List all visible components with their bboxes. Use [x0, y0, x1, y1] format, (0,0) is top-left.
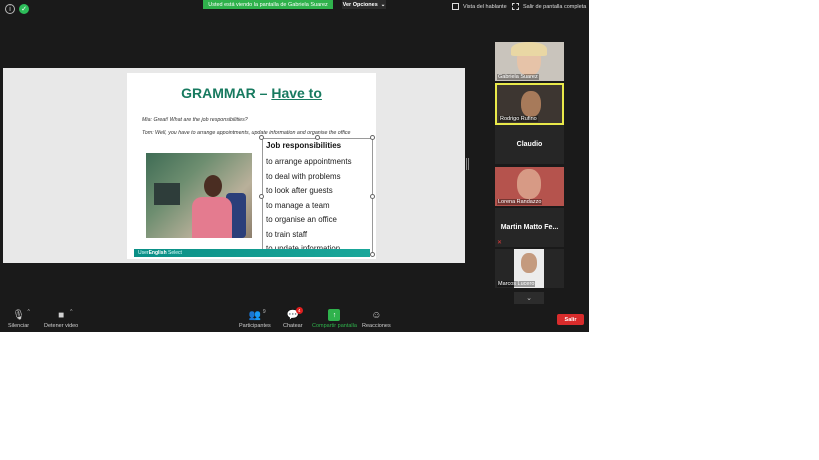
share-screen-button[interactable]: ↑ Compartir pantalla [312, 309, 357, 329]
chat-label: Chatear [283, 323, 303, 329]
list-item: to manage a team [266, 200, 330, 210]
share-screen-icon: ↑ [328, 309, 341, 321]
participant-name: Rodrigo Rufino [499, 116, 538, 122]
leave-button[interactable]: Salir [557, 314, 584, 325]
participant-tile-active[interactable]: Rodrigo Rufino [495, 83, 564, 125]
slide-title-part1: GRAMMAR – [181, 85, 268, 101]
resize-handle[interactable] [259, 194, 264, 199]
participants-icon: 👥 9 [248, 309, 266, 321]
participant-tile[interactable]: Martin Matto Fe... ✕ [495, 208, 564, 247]
list-item: to arrange appointments [266, 157, 352, 166]
stop-video-button[interactable]: ■ ^ Detener video [44, 309, 78, 329]
chat-badge: 4 [295, 307, 303, 314]
chevron-down-icon: ⌄ [380, 1, 386, 8]
participant-tile[interactable]: Lorena Randazzo [495, 167, 564, 206]
participant-name: Lorena Randazzo [497, 199, 543, 205]
participants-label: Participantes [239, 323, 271, 329]
shared-screen: GRAMMAR – Have to Mia: Great! What are t… [3, 68, 465, 263]
list-item: to organise an office [266, 215, 337, 224]
reactions-label: Reacciones [362, 323, 391, 329]
meeting-window: i ✓ Usted está viendo la pantalla de Gab… [0, 0, 589, 332]
resize-handle[interactable] [259, 135, 264, 140]
list-item: to look after guests [266, 186, 333, 195]
list-item: to train staff [266, 229, 308, 239]
responsibilities-list: to arrange appointments to deal with pro… [266, 155, 352, 257]
exit-fullscreen-icon [512, 3, 519, 10]
shield-icon[interactable]: ✓ [19, 4, 29, 14]
list-item: to deal with problems [266, 171, 341, 181]
resize-handle[interactable] [370, 135, 375, 140]
video-camera-icon: ■ ^ [58, 309, 73, 321]
resize-handle[interactable] [315, 135, 320, 140]
exit-fullscreen-label: Salir de pantalla completa [523, 3, 587, 10]
slide-title: GRAMMAR – Have to [127, 85, 376, 101]
office-worker-photo [146, 153, 252, 238]
speaker-view-label: Vista del hablante [463, 3, 507, 10]
presentation-slide: GRAMMAR – Have to Mia: Great! What are t… [127, 73, 376, 259]
chevron-down-icon: ⌄ [526, 295, 532, 302]
mute-label: Silenciar [8, 323, 30, 329]
screen-share-banner: Usted está viendo la pantalla de Gabriel… [203, 0, 333, 9]
participant-name: Marcos Lucero [497, 281, 536, 287]
stop-video-label: Detener video [44, 323, 79, 329]
top-left-icons: i ✓ [5, 4, 29, 14]
grid-icon [452, 3, 459, 10]
muted-mic-icon: ✕ [497, 240, 503, 246]
box-title: Job responsibilities [266, 141, 342, 150]
participant-tile[interactable]: Marcos Lucero [495, 249, 564, 288]
participant-name: Martin Matto Fe... [500, 224, 559, 231]
share-screen-label: Compartir pantalla [312, 323, 357, 329]
resize-handle[interactable] [370, 252, 375, 257]
view-options-button[interactable]: Ver Opciones ⌄ [342, 0, 386, 9]
caret-up-icon[interactable]: ^ [28, 309, 30, 315]
mute-button[interactable]: 🎙 ^ Silenciar [8, 309, 30, 329]
chat-button[interactable]: 💬 4 Chatear [283, 307, 303, 329]
speaker-view-button[interactable]: Vista del hablante [452, 3, 507, 10]
caret-up-icon[interactable]: ^ [70, 309, 72, 315]
dialog-line-1: Mia: Great! What are the job responsibil… [142, 117, 248, 123]
gallery-scroll-down[interactable]: ⌄ [514, 292, 544, 304]
microphone-icon: 🎙 ^ [12, 309, 30, 321]
resize-handle[interactable] [370, 194, 375, 199]
participants-count: 9 [262, 309, 266, 315]
info-icon[interactable]: i [5, 4, 15, 14]
reactions-button[interactable]: ☺ Reacciones [362, 309, 391, 330]
footer-brand: UserEnglish Select [138, 249, 182, 256]
participant-tile[interactable]: Claudio [495, 125, 564, 164]
slide-title-part2: Have to [271, 85, 322, 101]
view-options-label: Ver Opciones [342, 1, 378, 8]
reactions-icon: ☺ [371, 309, 382, 321]
chat-icon: 💬 4 [287, 307, 303, 321]
participants-button[interactable]: 👥 9 Participantes [239, 309, 271, 329]
participant-name: Gabriela Suarez [497, 74, 539, 80]
job-responsibilities-box: Job responsibilities to arrange appointm… [262, 138, 373, 255]
leave-label: Salir [564, 316, 577, 323]
exit-fullscreen-button[interactable]: Salir de pantalla completa [512, 3, 586, 10]
participant-name: Claudio [516, 141, 543, 148]
split-drag-handle[interactable] [466, 158, 469, 170]
banner-text: Usted está viendo la pantalla de Gabriel… [208, 1, 328, 8]
slide-footer-bar: UserEnglish Select [134, 249, 370, 257]
participant-tile[interactable]: Gabriela Suarez [495, 42, 564, 81]
